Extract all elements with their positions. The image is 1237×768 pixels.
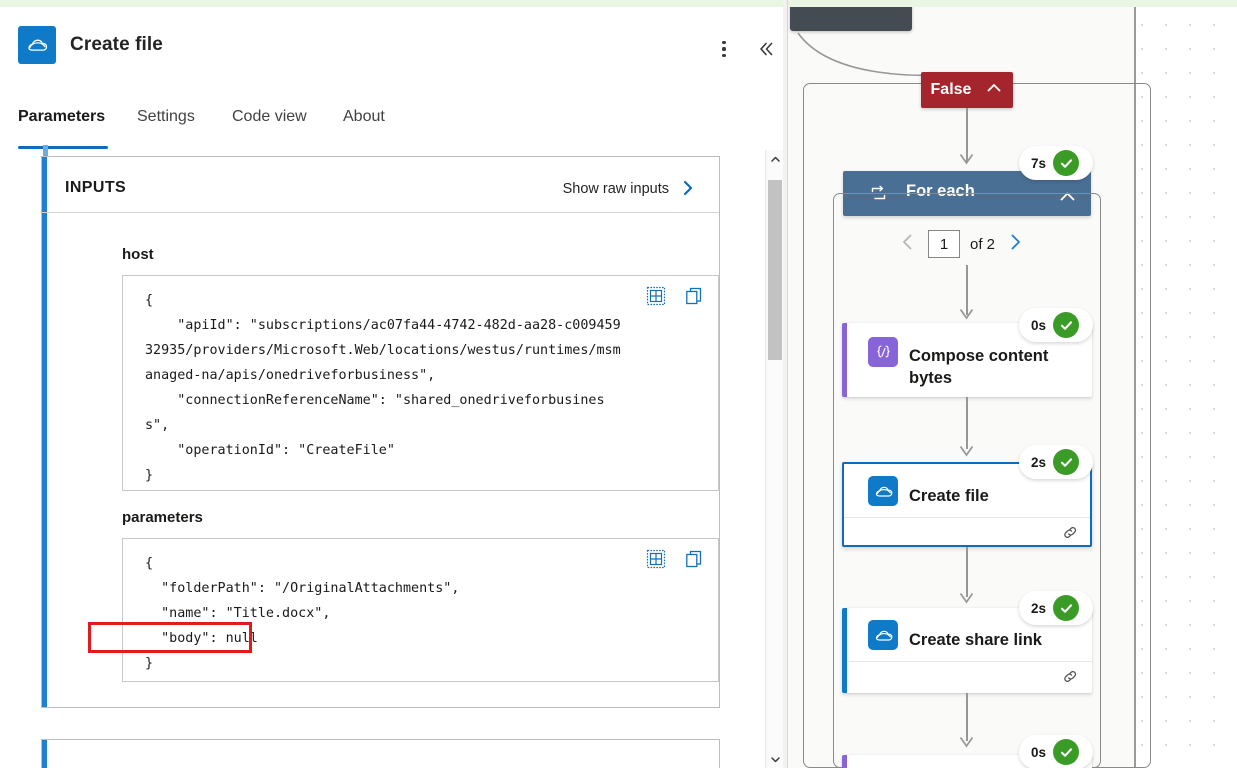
outputs-section: OUTPUTS Show raw outputs [41, 739, 720, 768]
node-separator [849, 661, 1092, 662]
page-title: Create file [70, 34, 163, 55]
copy-icon[interactable] [684, 286, 706, 308]
success-check-icon [1053, 449, 1080, 475]
parameters-code-actions [646, 549, 706, 571]
chevron-left-icon[interactable] [898, 232, 918, 257]
status-duration: 2s [1031, 600, 1047, 616]
arrow-head-icon [959, 309, 974, 320]
host-code-actions [646, 286, 706, 308]
parameters-code-text: { "folderPath": "/OriginalAttachments", … [145, 556, 460, 671]
condition-branch-false[interactable]: False [921, 72, 1013, 108]
foreach-pager: 1 of 2 [898, 230, 1025, 258]
tab-about[interactable]: About [343, 103, 385, 147]
host-code-box[interactable]: { "apiId": "subscriptions/ac07fa44-4742-… [122, 275, 719, 491]
node-separator [844, 517, 1090, 518]
share-link-status-badge: 2s [1019, 591, 1093, 625]
action-details-panel: Create file Parameters Settings Code vie… [0, 7, 783, 768]
arrow-head-icon [959, 446, 974, 457]
outputs-header: OUTPUTS Show raw outputs [42, 740, 719, 768]
status-duration: 0s [1031, 744, 1047, 760]
foreach-status-badge: 7s [1019, 146, 1093, 180]
table-view-icon[interactable] [646, 286, 668, 308]
node-label: Compose content bytes [909, 347, 1049, 387]
more-vertical-icon[interactable] [709, 34, 739, 64]
arrow-head-icon [959, 737, 974, 748]
field-label-parameters: parameters [122, 509, 203, 526]
tab-bar: Parameters Settings Code view About [0, 103, 783, 157]
parameters-code-box[interactable]: { "folderPath": "/OriginalAttachments", … [122, 538, 719, 682]
node-label: Create file [909, 487, 989, 505]
next-node-status-badge: 0s [1019, 735, 1093, 768]
chevron-right-icon[interactable] [679, 179, 697, 202]
double-chevron-left-icon[interactable] [750, 34, 780, 64]
compose-braces-icon [868, 337, 898, 367]
onedrive-cloud-icon [18, 26, 56, 64]
status-duration: 0s [1031, 317, 1047, 333]
link-icon[interactable] [1061, 523, 1080, 547]
onedrive-cloud-icon [868, 476, 898, 506]
scrollbar-thumb[interactable] [768, 180, 782, 360]
field-label-host: host [122, 246, 154, 263]
pager-page-input[interactable]: 1 [928, 230, 960, 258]
tab-settings[interactable]: Settings [137, 103, 195, 147]
link-icon[interactable] [1061, 667, 1080, 691]
chevron-up-icon[interactable] [766, 150, 783, 168]
active-tab-underline [18, 146, 108, 149]
node-accent-bar [842, 755, 847, 768]
status-duration: 2s [1031, 454, 1047, 470]
false-branch-label: False [930, 81, 972, 98]
inputs-title: INPUTS [65, 179, 127, 196]
panel-scrollbar[interactable] [765, 150, 783, 768]
workflow-designer-canvas: False For each 7s 1 of 2 Compose content… [788, 7, 1237, 768]
app-root: Create file Parameters Settings Code vie… [0, 0, 1237, 768]
inputs-accent-bar [42, 157, 47, 707]
inputs-header: INPUTS Show raw inputs [42, 157, 719, 213]
node-accent-bar [842, 323, 847, 397]
panel-header: Create file [0, 7, 783, 92]
panel-scroll-area: INPUTS Show raw inputs host { "apiId": "… [0, 156, 783, 768]
connector-compose-to-createfile [966, 397, 968, 449]
node-label: Create share link [909, 631, 1042, 649]
chevron-up-icon[interactable] [985, 79, 1003, 102]
success-check-icon [1053, 312, 1080, 338]
status-duration: 7s [1031, 155, 1047, 171]
table-view-icon[interactable] [646, 549, 668, 571]
node-accent-bar [842, 608, 847, 693]
create-file-status-badge: 2s [1019, 445, 1093, 479]
connector-createfile-to-sharelink [966, 547, 968, 597]
chevron-down-icon[interactable] [766, 750, 783, 768]
host-code-text: { "apiId": "subscriptions/ac07fa44-4742-… [145, 293, 621, 483]
pager-total-label: of 2 [970, 235, 996, 253]
connector-sharelink-to-next [966, 693, 968, 741]
arrow-head-icon [959, 154, 974, 165]
copy-icon[interactable] [684, 549, 706, 571]
success-check-icon [1053, 739, 1080, 765]
success-check-icon [1053, 150, 1080, 176]
arrow-head-icon [959, 593, 974, 604]
inputs-section: INPUTS Show raw inputs host { "apiId": "… [41, 156, 720, 708]
onedrive-cloud-icon [868, 620, 898, 650]
top-green-strip [0, 0, 1237, 7]
success-check-icon [1053, 595, 1080, 621]
tab-parameters[interactable]: Parameters [18, 103, 105, 147]
chevron-right-icon[interactable] [1005, 232, 1025, 257]
show-raw-inputs-link[interactable]: Show raw inputs [563, 181, 669, 197]
compose-status-badge: 0s [1019, 308, 1093, 342]
tab-code-view[interactable]: Code view [232, 103, 307, 147]
